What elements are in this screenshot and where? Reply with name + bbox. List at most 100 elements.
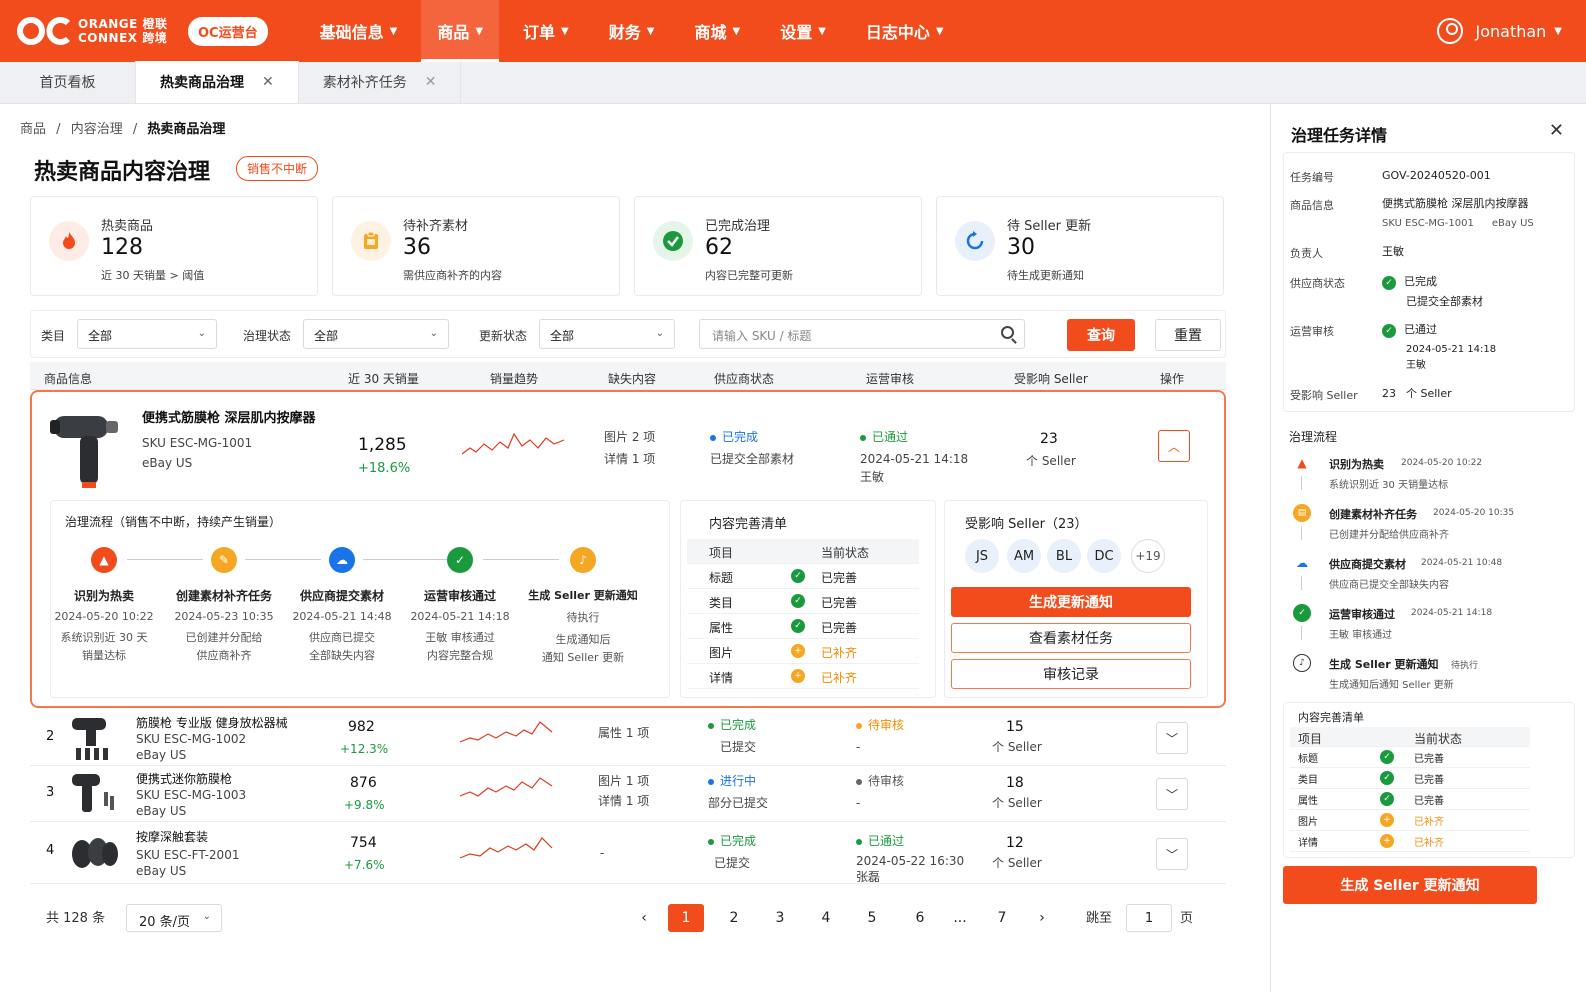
- page-size-select[interactable]: 20 条/页 ⌄: [126, 904, 222, 932]
- status-dot: [856, 722, 862, 729]
- next-page-button[interactable]: ›: [1024, 904, 1060, 932]
- review-status: 已通过: [856, 832, 904, 850]
- generate-seller-notice-button[interactable]: 生成 Seller 更新通知: [1283, 866, 1537, 904]
- page-4[interactable]: 4: [808, 904, 844, 932]
- status-text: 进行中: [720, 774, 757, 788]
- category-select[interactable]: 全部 ⌄: [77, 319, 217, 349]
- prev-page-button[interactable]: ‹: [626, 904, 662, 932]
- product-name[interactable]: 按摩深触套装: [136, 828, 208, 846]
- check-status: 已补齐: [1414, 838, 1444, 849]
- table-header: 商品信息 近 30 天销量 销量趋势 缺失内容 供应商状态 运营审核 受影响 S…: [30, 362, 1226, 390]
- plus-icon: +: [1380, 813, 1394, 827]
- menu-mall[interactable]: 商城 ▼: [678, 0, 756, 62]
- stats-row: 热卖商品 128 近 30 天销量 > 阈值 待补齐素材 36 需供应商补齐的内…: [30, 196, 1224, 296]
- search-input[interactable]: 请输入 SKU / 标题: [699, 319, 1025, 349]
- page-5[interactable]: 5: [854, 904, 890, 932]
- gov-status-select[interactable]: 全部 ⌄: [303, 319, 449, 349]
- chevron-down-icon: ▼: [935, 25, 944, 37]
- page-2[interactable]: 2: [716, 904, 752, 932]
- checklist-header: 项目 当前状态: [687, 539, 919, 564]
- menu-logs[interactable]: 日志中心 ▼: [850, 0, 960, 62]
- update-status-select[interactable]: 全部 ⌄: [539, 319, 675, 349]
- affected-unit: 个 Seller: [992, 740, 1042, 754]
- menu-orders[interactable]: 订单 ▼: [507, 0, 585, 62]
- supplier-status: 已完成: [708, 832, 756, 850]
- more-sellers[interactable]: +19: [1131, 539, 1165, 573]
- expand-button[interactable]: ﹀: [1156, 722, 1188, 754]
- chevron-down-icon: ▼: [389, 25, 398, 37]
- step-name: 创建素材补齐任务: [175, 589, 272, 603]
- tab-material-tasks[interactable]: 素材补齐任务 ✕: [299, 61, 462, 103]
- status-dot: [856, 778, 862, 785]
- step-desc-line: 供应商已提交: [309, 631, 375, 644]
- jump-page-input[interactable]: 1: [1126, 904, 1172, 932]
- brand-logo[interactable]: ORANGE 橙联 CONNEX 跨境: [16, 15, 176, 47]
- tab-dashboard[interactable]: 首页看板: [0, 61, 136, 103]
- stat-card-hot[interactable]: 热卖商品 128 近 30 天销量 > 阈值: [30, 196, 318, 296]
- checklist-row: 图片 + 已补齐: [687, 639, 919, 664]
- close-icon[interactable]: ✕: [1549, 120, 1564, 141]
- seller-avatar[interactable]: AM: [1007, 539, 1041, 573]
- page-ellipsis[interactable]: ...: [942, 904, 978, 932]
- seller-avatar[interactable]: BL: [1047, 539, 1081, 573]
- page-6[interactable]: 6: [902, 904, 938, 932]
- review-status: ✓ 已通过: [1382, 321, 1437, 339]
- search-icon[interactable]: [1001, 326, 1014, 339]
- flow-step-desc: 已创建并分配给供应商补齐: [1329, 530, 1449, 541]
- expand-button[interactable]: ﹀: [1156, 838, 1188, 870]
- flow-step: ☁ 供应商提交素材 2024-05-21 14:48 供应商已提交 全部缺失内容: [277, 547, 407, 665]
- stat-card-seller-update[interactable]: 待 Seller 更新 30 待生成更新通知: [936, 196, 1224, 296]
- page-1[interactable]: 1: [668, 904, 704, 932]
- table-row[interactable]: 3 便携式迷你筋膜枪 SKU ESC-MG-1003 eBay US 876 +…: [30, 766, 1226, 822]
- task-detail-drawer: 治理任务详情 ✕ 任务编号 GOV-20240520-001 商品信息 便携式筋…: [1270, 104, 1586, 992]
- page-7[interactable]: 7: [984, 904, 1020, 932]
- step-desc-line: 系统识别近 30 天: [60, 631, 148, 644]
- menu-products[interactable]: 商品 ▼: [421, 0, 500, 62]
- reviewer: 张磊: [856, 870, 881, 884]
- seller-avatar[interactable]: DC: [1087, 539, 1121, 573]
- field-label: 商品信息: [1290, 199, 1334, 212]
- chevron-down-icon: ▼: [646, 25, 655, 37]
- breadcrumb-item[interactable]: 内容治理: [71, 122, 123, 137]
- audit-log-button[interactable]: 审核记录: [951, 659, 1191, 689]
- chevron-down-icon: ▼: [732, 25, 741, 37]
- product-image: [72, 838, 118, 868]
- menu-basic-info[interactable]: 基础信息 ▼: [304, 0, 414, 62]
- seller-avatar[interactable]: JS: [965, 539, 999, 573]
- step-desc: 已创建并分配给 供应商补齐: [159, 629, 289, 665]
- user-menu[interactable]: Jonathan ▼: [1437, 18, 1562, 44]
- collapse-button[interactable]: ︿: [1158, 430, 1190, 462]
- page-3[interactable]: 3: [762, 904, 798, 932]
- close-icon[interactable]: ✕: [425, 74, 437, 90]
- menu-settings[interactable]: 设置 ▼: [764, 0, 842, 62]
- close-icon[interactable]: ✕: [262, 74, 274, 90]
- table-row[interactable]: 2 筋膜枪 专业版 健身放松器械 SKU ESC-MG-1002 eBay US…: [30, 710, 1226, 766]
- breadcrumb-item[interactable]: 商品: [20, 122, 46, 137]
- chevron-down-icon: ⌄: [429, 328, 438, 339]
- filter-bar: 类目 全部 ⌄ 治理状态 全部 ⌄ 更新状态 全部 ⌄ 请输入 SKU / 标题 查询…: [30, 310, 1226, 358]
- flow-step-time: 2024-05-20 10:22: [1401, 458, 1483, 468]
- step-time: 2024-05-23 10:35: [174, 610, 274, 623]
- stat-sub: 需供应商补齐的内容: [403, 269, 502, 282]
- oc-console-badge[interactable]: OC运营台: [188, 16, 268, 46]
- col-header: 运营审核: [866, 372, 915, 386]
- check-icon: ✓: [791, 569, 805, 583]
- stat-card-pending-material[interactable]: 待补齐素材 36 需供应商补齐的内容: [332, 196, 620, 296]
- table-row-expanded[interactable]: 便携式筋膜枪 深层肌内按摩器 SKU ESC-MG-1001 eBay US 1…: [30, 390, 1226, 708]
- query-button[interactable]: 查询: [1067, 319, 1135, 351]
- check-icon: ✓: [1380, 771, 1394, 785]
- table-row[interactable]: 4 按摩深触套装 SKU ESC-FT-2001 eBay US 754 +7.…: [30, 822, 1226, 884]
- tab-hot-products[interactable]: 热卖商品治理 ✕: [136, 61, 299, 103]
- view-material-task-button[interactable]: 查看素材任务: [951, 623, 1191, 653]
- col-header: 操作: [1160, 372, 1185, 386]
- stat-card-completed[interactable]: 已完成治理 62 内容已完整可更新: [634, 196, 922, 296]
- chevron-down-icon: ﹀: [1165, 787, 1178, 802]
- generate-notice-button[interactable]: 生成更新通知: [951, 587, 1191, 617]
- stat-value: 128: [101, 235, 143, 260]
- product-name[interactable]: 便携式筋膜枪 深层肌内按摩器: [142, 410, 316, 428]
- flow-connector: [1301, 526, 1302, 540]
- review-status: 待审核: [856, 716, 904, 734]
- reset-button[interactable]: 重置: [1155, 319, 1221, 351]
- expand-button[interactable]: ﹀: [1156, 778, 1188, 810]
- menu-finance[interactable]: 财务 ▼: [593, 0, 671, 62]
